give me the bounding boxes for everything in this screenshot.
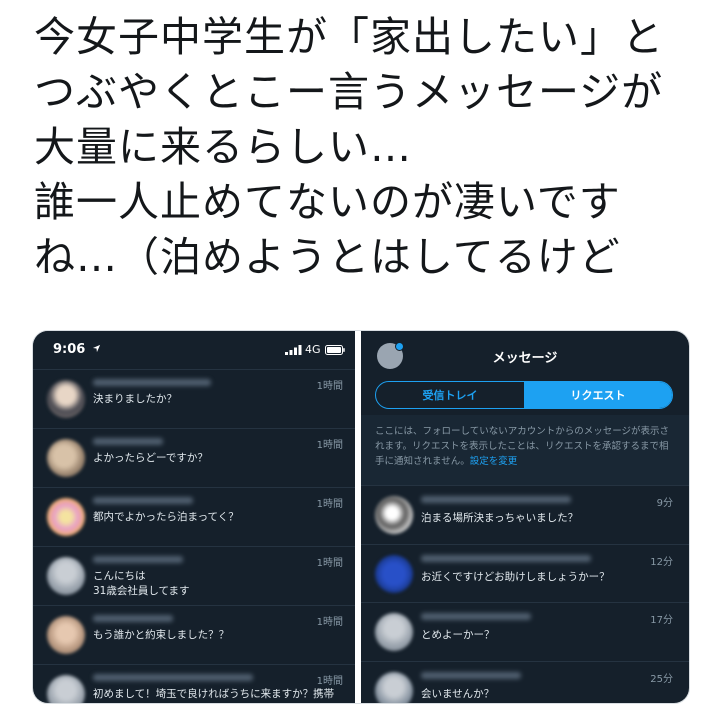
avatar [47,498,85,536]
network-type: 4G [305,343,321,356]
message-preview: もう誰かと約束しました？？ [93,629,230,641]
blurred-username [93,615,173,622]
notice-text: ここには、フォローしていないアカウントからのメッセージが表示されます。リクエスト… [375,426,670,467]
message-time: 25分 [650,673,673,685]
left-screenshot: 9:06 4G 1時間 決まりましたか？ 1時間 よかったらどーですか？ 1時間… [33,331,355,703]
signal-icon [285,345,302,355]
blurred-username [93,674,253,681]
list-item[interactable]: 1時間 都内でよかったら泊まってく？ [33,487,355,546]
message-time: 1時間 [316,676,343,687]
battery-icon [325,345,345,355]
blurred-username [93,438,163,445]
message-preview: お近くですけどお助けしましょうかー？ [421,570,610,583]
change-settings-link[interactable]: 設定を変更 [470,456,518,467]
list-item[interactable]: 12分 お近くですけどお助けしましょうかー？ [361,543,689,603]
status-bar: 9:06 4G [33,331,355,369]
right-screenshot: メッセージ 受信トレイ リクエスト ここには、フォローしていないアカウントからの… [361,331,689,703]
blurred-username [93,379,211,386]
inbox-tabs: 受信トレイ リクエスト [375,381,673,409]
list-item[interactable]: 1時間 もう誰かと約束しました？？ [33,605,355,664]
avatar [47,675,85,703]
requests-notice: ここには、フォローしていないアカウントからのメッセージが表示されます。リクエスト… [361,415,689,485]
message-preview: こんにちは 31歳会社員してます [93,570,190,597]
message-time: 1時間 [316,499,343,510]
list-item[interactable]: 1時間 初めまして！埼玉で良ければうちに来ますか？携帯 [33,664,355,703]
blurred-username [93,497,193,504]
message-preview: 会いませんか？ [421,687,495,700]
tweet-text: 今女子中学生が「家出したい」と つぶやくとこー言うメッセージが 大量に来るらしい… [34,13,664,281]
avatar [47,439,85,477]
messages-header: メッセージ [361,331,689,379]
left-message-list: 1時間 決まりましたか？ 1時間 よかったらどーですか？ 1時間 都内でよかった… [33,369,355,703]
message-time: 17分 [650,615,673,626]
request-message-list: 9分 泊まる場所決まっちゃいました？ 12分 お近くですけどお助けしましょうかー… [361,485,689,703]
list-item[interactable]: 1時間 こんにちは 31歳会社員してます [33,546,355,605]
message-preview: 泊まる場所決まっちゃいました？ [421,512,579,524]
page-title: メッセージ [492,351,558,366]
blurred-username [421,671,521,679]
message-time: 1時間 [316,617,343,628]
location-arrow-icon [92,344,101,353]
blurred-username [421,496,571,503]
status-time: 9:06 [53,342,86,357]
message-preview: 初めまして！埼玉で良ければうちに来ますか？携帯 [93,688,335,700]
message-preview: 決まりましたか？ [93,393,177,405]
message-time: 9分 [656,498,673,509]
message-time: 1時間 [316,440,343,451]
message-preview: とめよーかー？ [421,629,495,641]
message-time: 1時間 [316,558,343,569]
blurred-username [93,556,183,563]
tab-inbox[interactable]: 受信トレイ [376,382,524,408]
list-item[interactable]: 25分 会いませんか？ [361,660,689,703]
avatar [375,613,413,651]
blurred-username [421,554,591,562]
avatar [47,616,85,654]
list-item[interactable]: 9分 泊まる場所決まっちゃいました？ [361,485,689,544]
avatar [375,496,413,534]
avatar [47,557,85,595]
list-item[interactable]: 17分 とめよーかー？ [361,602,689,661]
message-preview: よかったらどーですか？ [93,452,208,464]
tab-requests[interactable]: リクエスト [524,382,672,408]
avatar [47,380,85,418]
avatar [375,554,413,593]
blurred-username [421,613,531,620]
tweet-image-card[interactable]: 9:06 4G 1時間 決まりましたか？ 1時間 よかったらどーですか？ 1時間… [32,330,690,704]
list-item[interactable]: 1時間 よかったらどーですか？ [33,428,355,487]
message-preview: 都内でよかったら泊まってく？ [93,511,239,523]
avatar [375,671,413,703]
list-item[interactable]: 1時間 決まりましたか？ [33,369,355,428]
message-time: 12分 [650,556,673,568]
message-time: 1時間 [316,381,343,392]
